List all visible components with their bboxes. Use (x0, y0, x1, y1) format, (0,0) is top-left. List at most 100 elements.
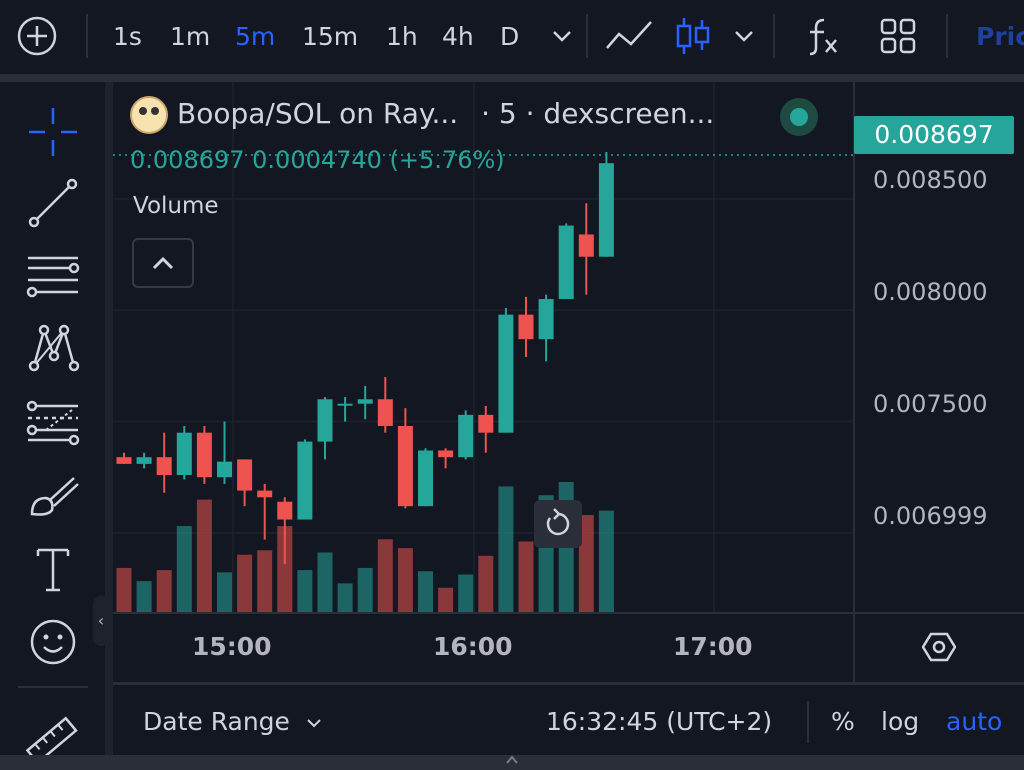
candle-body (297, 441, 313, 520)
candle-body (317, 399, 333, 442)
price-axis-label: 0.008000 (873, 278, 988, 306)
candle-body (217, 461, 232, 478)
line-chart-icon[interactable] (605, 14, 655, 58)
auto-toggle[interactable]: auto (946, 685, 1002, 758)
volume-bar (337, 583, 353, 612)
fib-levels-icon (26, 400, 80, 446)
trend-line-tool[interactable] (20, 174, 86, 234)
fib-levels-tool[interactable] (20, 394, 86, 454)
interval-15m[interactable]: 15m (302, 0, 358, 74)
volume-label[interactable]: Volume (133, 193, 219, 219)
candle-body (598, 163, 614, 257)
toolbar-separator (86, 14, 88, 58)
volume-bar (598, 510, 614, 612)
time-axis-label: 16:00 (433, 632, 513, 661)
text-icon (36, 548, 70, 592)
candle-body (558, 225, 574, 300)
indicators-icon[interactable] (800, 14, 844, 58)
candle-body (377, 399, 393, 426)
legend-collapse-button[interactable] (132, 238, 194, 288)
pattern-icon (28, 324, 80, 372)
candle-body (277, 501, 293, 520)
candle-body (478, 414, 494, 433)
horizontal-lines-tool[interactable] (20, 246, 86, 306)
bottom-separator (807, 701, 809, 743)
candle-body (237, 459, 253, 491)
add-symbol-icon[interactable] (15, 14, 59, 58)
sidebar-collapse-handle[interactable]: ‹ (93, 596, 109, 646)
volume-bar (357, 567, 373, 612)
volume-bar (458, 574, 474, 612)
clock-timezone[interactable]: 16:32:45 (UTC+2) (546, 685, 772, 758)
text-tool[interactable] (20, 540, 86, 600)
price-tab[interactable]: Pric (976, 0, 1024, 74)
date-range-label: Date Range (143, 707, 290, 736)
symbol-subtitle: · 5 · dexscreen... (481, 97, 715, 130)
volume-bar (438, 587, 454, 612)
volume-bar (257, 550, 273, 612)
volume-bar (156, 570, 172, 612)
volume-bar (518, 541, 534, 612)
interval-1s[interactable]: 1s (113, 0, 142, 74)
price-axis-label: 0.006999 (873, 502, 988, 530)
pane-resize-handle[interactable] (0, 755, 1024, 770)
chevron-up-icon (152, 256, 174, 270)
toolbar-separator (773, 14, 775, 58)
volume-bar (176, 526, 192, 612)
brush-tool[interactable] (20, 468, 86, 528)
pattern-tool[interactable] (20, 318, 86, 378)
date-range-button[interactable]: Date Range (143, 685, 324, 758)
candle-body (578, 234, 594, 257)
log-toggle[interactable]: log (881, 685, 919, 758)
top-toolbar: 1s 1m 5m 15m 1h 4h D Pric (0, 0, 1024, 82)
layout-grid-icon[interactable] (876, 14, 920, 58)
chevron-down-icon[interactable] (722, 14, 766, 58)
candle-body (438, 450, 454, 458)
horizontal-lines-icon (26, 256, 80, 298)
volume-bar (196, 499, 212, 612)
candles-icon[interactable] (672, 14, 716, 58)
volume-bar (297, 570, 313, 612)
interval-d[interactable]: D (500, 0, 519, 74)
interval-1h[interactable]: 1h (386, 0, 418, 74)
price-axis-label: 0.007500 (873, 390, 988, 418)
price-axis-label: 0.008500 (873, 166, 988, 194)
volume-bar (136, 581, 152, 612)
candle-body (337, 403, 353, 406)
chart-settings-icon[interactable] (922, 630, 956, 664)
volume-bar (498, 486, 514, 612)
interval-1m[interactable]: 1m (170, 0, 210, 74)
candle-body (116, 457, 132, 464)
ohlc-values: 0.008697 0.0004740 (+5.76%) (130, 146, 505, 174)
volume-bar (397, 548, 413, 612)
candle-body (357, 399, 373, 404)
emoji-icon (30, 619, 76, 665)
crosshair-tool[interactable] (20, 102, 86, 162)
reset-chart-button[interactable] (534, 500, 582, 548)
candle-body (418, 450, 433, 507)
volume-bar (478, 555, 494, 612)
candle-body (176, 432, 192, 475)
drawing-toolbar (0, 82, 113, 765)
symbol-title: Boopa/SOL on Ray... (177, 97, 459, 130)
candle-body (196, 432, 212, 478)
volume-bar (217, 572, 232, 612)
reset-icon (546, 508, 570, 536)
resize-arrow-icon (506, 755, 518, 764)
market-status-icon[interactable] (780, 98, 818, 136)
interval-4h[interactable]: 4h (442, 0, 474, 74)
token-avatar-icon (130, 96, 168, 134)
emoji-tool[interactable] (20, 612, 86, 672)
candle-body (136, 457, 152, 464)
symbol-legend[interactable]: Boopa/SOL on Ray... · 5 · dexscreen... (177, 97, 714, 130)
candle-body (538, 299, 554, 340)
trend-line-icon (28, 178, 78, 228)
candle-body (518, 314, 534, 340)
chevron-down-icon[interactable] (540, 14, 584, 58)
last-price-tag: 0.008697 (854, 116, 1014, 154)
time-axis-label: 15:00 (192, 632, 272, 661)
percent-toggle[interactable]: % (831, 685, 855, 758)
toolbar-separator (586, 14, 588, 58)
interval-5m[interactable]: 5m (235, 0, 275, 74)
crosshair-icon (29, 108, 77, 156)
